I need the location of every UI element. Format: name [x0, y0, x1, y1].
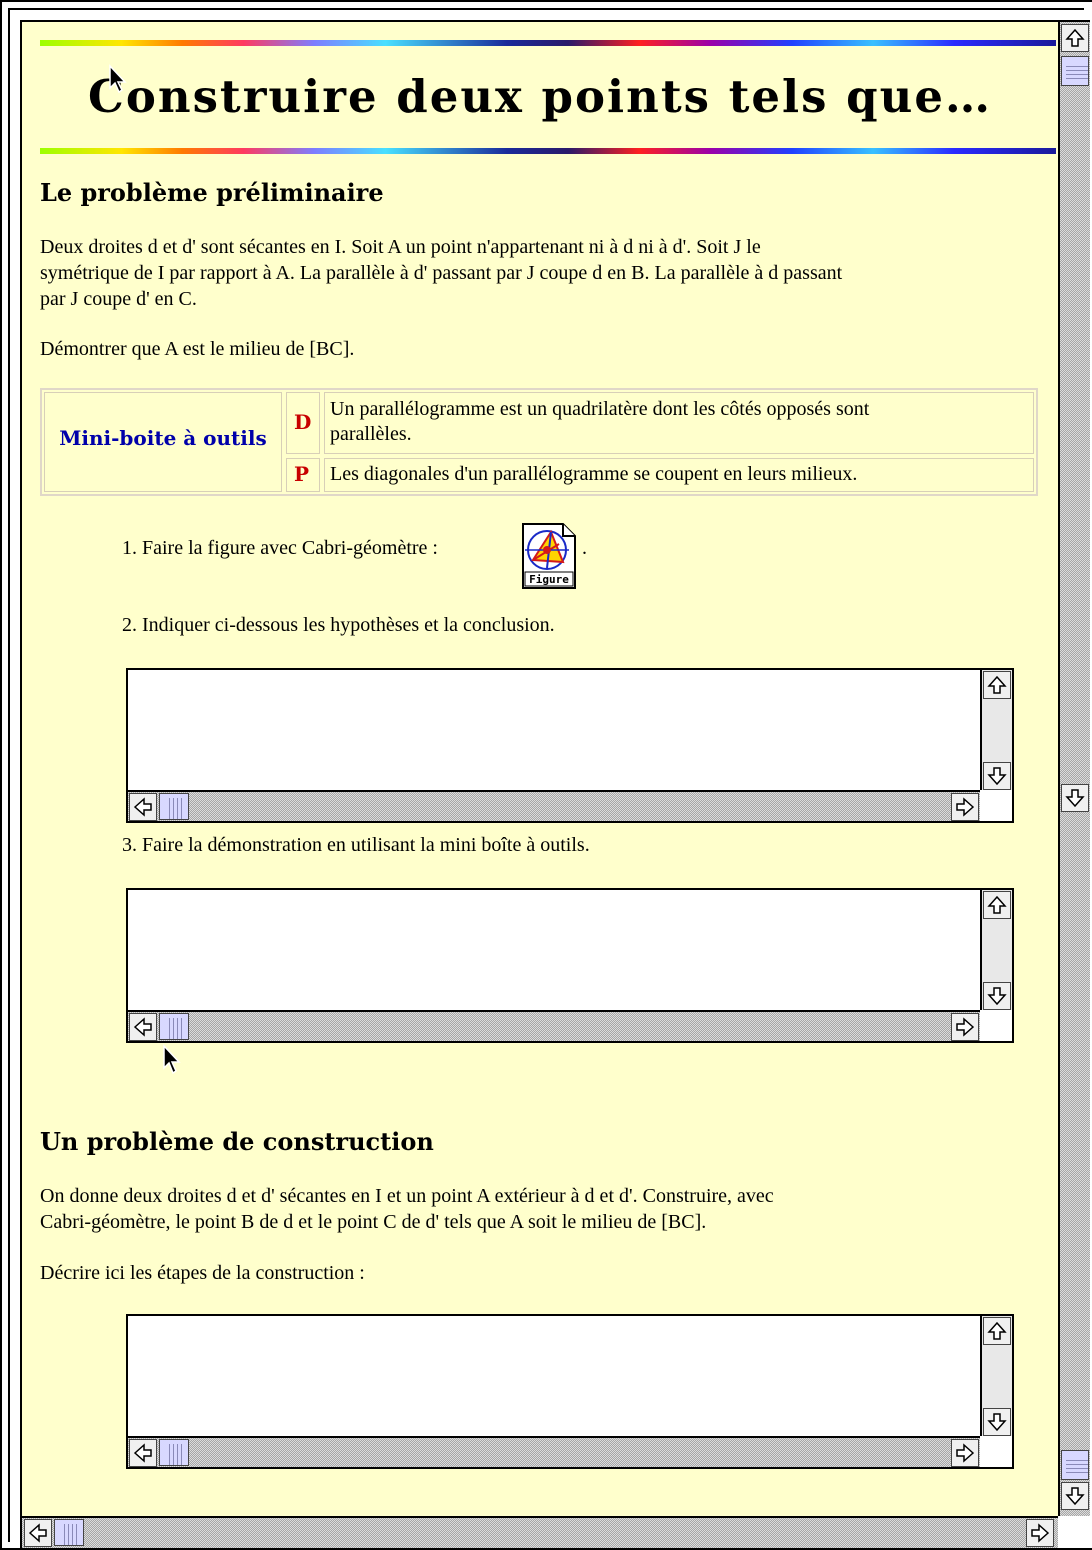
- mouse-pointer-icon: [163, 1044, 181, 1075]
- scroll-down-button[interactable]: [983, 982, 1011, 1010]
- arrow-right-icon: [956, 797, 975, 817]
- window-vertical-scrollbar[interactable]: [1058, 22, 1090, 1516]
- textarea-vertical-scrollbar[interactable]: [980, 1316, 1012, 1437]
- window-horizontal-scroll-thumb[interactable]: [54, 1519, 84, 1546]
- textarea-horizontal-scrollbar[interactable]: [128, 1436, 982, 1467]
- scroll-right-button[interactable]: [951, 1013, 979, 1041]
- scroll-thumb[interactable]: [159, 1013, 189, 1040]
- problem-line: par J coupe d' en C.: [40, 288, 197, 310]
- window-scroll-down-button[interactable]: [1061, 784, 1089, 812]
- scroll-thumb[interactable]: [159, 1439, 189, 1466]
- step-3: 3. Faire la démonstration en utilisant l…: [122, 834, 590, 856]
- textarea-corner: [980, 1436, 1012, 1467]
- arrow-down-icon: [987, 1413, 1007, 1432]
- arrow-up-icon: [987, 675, 1007, 694]
- problem-line: Deux droites d et d' sont sécantes en I.…: [40, 236, 761, 258]
- problem-statement: Deux droites d et d' sont sécantes en I.…: [40, 234, 1050, 312]
- demonstration-textarea-value[interactable]: [134, 894, 974, 1004]
- mouse-pointer-icon: [109, 64, 127, 94]
- scroll-left-button[interactable]: [129, 793, 157, 821]
- browser-window: Construire deux points tels que… Le prob…: [0, 0, 1092, 1550]
- window-scroll-up-button[interactable]: [1061, 24, 1089, 52]
- window-scroll-thumb[interactable]: [1061, 56, 1089, 86]
- arrow-right-icon: [956, 1443, 975, 1463]
- step-1-suffix: .: [582, 537, 587, 559]
- scroll-left-button[interactable]: [129, 1013, 157, 1041]
- arrow-down-icon: [1065, 789, 1085, 808]
- toolbox-text-d: Un parallélogramme est un quadrilatère d…: [330, 397, 869, 447]
- describe-instruction: Décrire ici les étapes de la constructio…: [40, 1262, 365, 1284]
- textarea-corner: [980, 790, 1012, 821]
- toolbox-title: Mini-boite à outils: [59, 426, 267, 450]
- toolbox-text-line: parallèles.: [330, 423, 412, 445]
- construction-textarea-value[interactable]: [134, 1320, 974, 1430]
- step-1: 1. Faire la figure avec Cabri-géomètre :: [122, 537, 438, 560]
- prove-statement: Démontrer que A est le milieu de [BC].: [40, 338, 355, 360]
- scroll-right-button[interactable]: [951, 793, 979, 821]
- window-scroll-left-button[interactable]: [24, 1519, 52, 1547]
- textarea-vertical-scrollbar[interactable]: [980, 890, 1012, 1011]
- scroll-down-button[interactable]: [983, 1408, 1011, 1436]
- section-heading-preliminary: Le problème préliminaire: [40, 178, 384, 207]
- window-scroll-thumb-lower[interactable]: [1061, 1450, 1089, 1480]
- arrow-right-icon: [1031, 1523, 1050, 1543]
- arrow-left-icon: [28, 1523, 47, 1543]
- window-frame-left: [0, 0, 2, 1550]
- arrow-up-icon: [1065, 28, 1085, 47]
- toolbox-text-p: Les diagonales d'un parallélogramme se c…: [330, 463, 858, 485]
- arrow-down-icon: [987, 987, 1007, 1006]
- window-scroll-down-button-lower[interactable]: [1061, 1482, 1089, 1510]
- toolbox-tag-d: D: [294, 410, 312, 434]
- figure-icon-label: Figure: [529, 573, 569, 586]
- step-1-text: 1. Faire la figure avec Cabri-géomètre :: [122, 537, 438, 559]
- problem-line: On donne deux droites d et d' sécantes e…: [40, 1185, 774, 1207]
- hypotheses-textarea[interactable]: [126, 668, 1014, 823]
- arrow-up-icon: [987, 895, 1007, 914]
- window-scroll-right-button[interactable]: [1026, 1519, 1054, 1547]
- arrow-down-icon: [1065, 1487, 1085, 1506]
- hypotheses-textarea-value[interactable]: [134, 674, 974, 784]
- scroll-left-button[interactable]: [129, 1439, 157, 1467]
- mini-toolbox-table: Mini-boite à outils D Un parallélogramme…: [40, 388, 1038, 496]
- construction-problem: On donne deux droites d et d' sécantes e…: [40, 1183, 1050, 1235]
- scroll-up-button[interactable]: [983, 1317, 1011, 1345]
- rainbow-rule-top: [40, 40, 1056, 46]
- figure-document-icon[interactable]: Figure: [521, 522, 577, 590]
- arrow-down-icon: [987, 767, 1007, 786]
- textarea-corner: [980, 1010, 1012, 1041]
- rainbow-rule-bottom: [40, 148, 1056, 154]
- scroll-down-button[interactable]: [983, 762, 1011, 790]
- toolbox-text-line: Un parallélogramme est un quadrilatère d…: [330, 398, 870, 420]
- window-frame-inner-left: [8, 8, 10, 1542]
- arrow-left-icon: [133, 797, 152, 817]
- toolbox-tag-p: P: [294, 462, 310, 486]
- problem-line: Cabri-géomètre, le point B de d et le po…: [40, 1211, 707, 1233]
- window-horizontal-scrollbar[interactable]: [22, 1516, 1058, 1548]
- textarea-vertical-scrollbar[interactable]: [980, 670, 1012, 791]
- step-2: 2. Indiquer ci-dessous les hypothèses et…: [122, 614, 555, 636]
- arrow-left-icon: [133, 1443, 152, 1463]
- textarea-horizontal-scrollbar[interactable]: [128, 1010, 982, 1041]
- construction-textarea[interactable]: [126, 1314, 1014, 1469]
- scroll-up-button[interactable]: [983, 671, 1011, 699]
- arrow-up-icon: [987, 1321, 1007, 1340]
- page-content: Construire deux points tels que… Le prob…: [22, 22, 1058, 1516]
- arrow-left-icon: [133, 1017, 152, 1037]
- textarea-horizontal-scrollbar[interactable]: [128, 790, 982, 821]
- scroll-thumb[interactable]: [159, 793, 189, 820]
- demonstration-textarea[interactable]: [126, 888, 1014, 1043]
- problem-line: symétrique de I par rapport à A. La para…: [40, 262, 843, 284]
- window-frame-inner-top: [8, 8, 1084, 10]
- section-heading-construction: Un problème de construction: [40, 1127, 434, 1156]
- arrow-right-icon: [956, 1017, 975, 1037]
- page-title: Construire deux points tels que…: [88, 70, 992, 123]
- window-frame-top: [0, 0, 1092, 2]
- scroll-up-button[interactable]: [983, 891, 1011, 919]
- scroll-right-button[interactable]: [951, 1439, 979, 1467]
